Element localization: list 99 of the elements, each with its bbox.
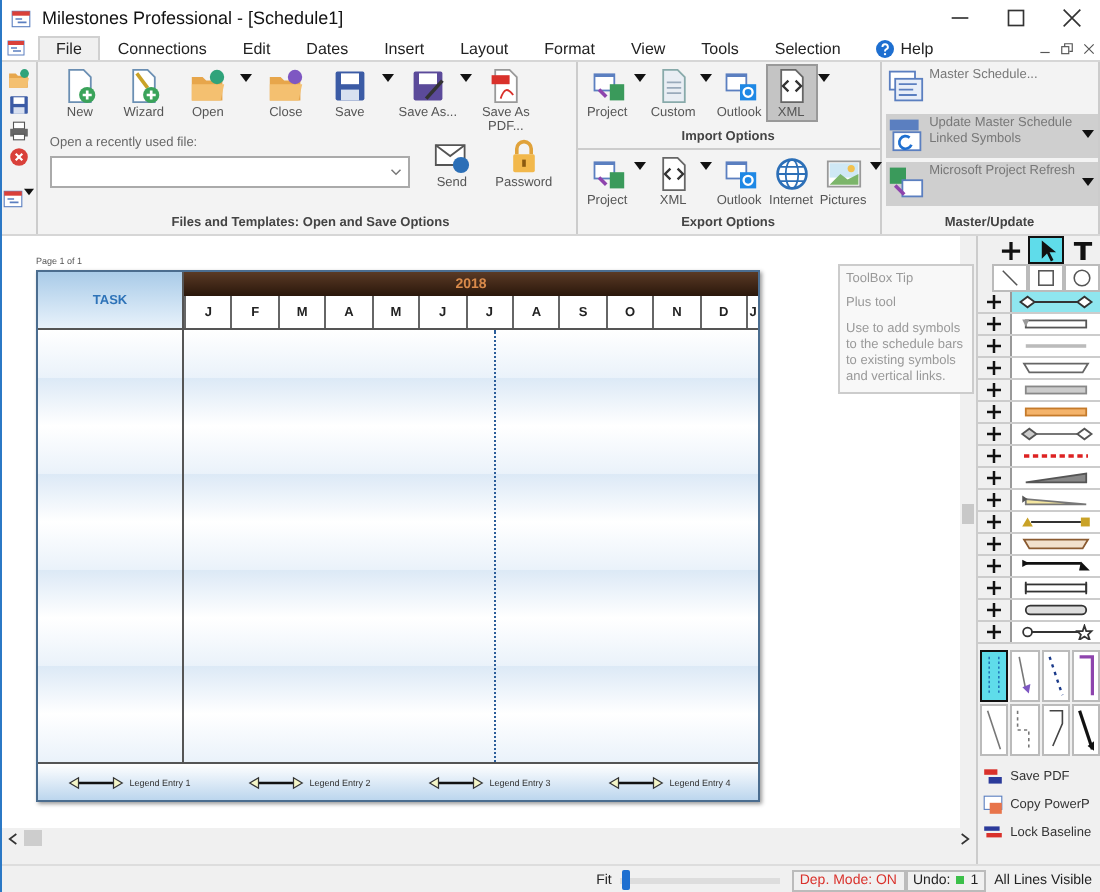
mail-window-icon: [721, 155, 758, 192]
window-title: Milestones Professional - [Schedule1]: [42, 8, 344, 28]
link-line-icon: [1073, 706, 1098, 754]
menu-tab[interactable]: View: [612, 36, 684, 60]
symbol-button[interactable]: [1010, 556, 1100, 576]
window-arrow-icon: [887, 164, 924, 200]
caret-icon[interactable]: [381, 74, 394, 82]
symbol-button[interactable]: [1010, 468, 1100, 488]
help-tab[interactable]: Help: [858, 36, 952, 60]
pointer-button[interactable]: [1028, 236, 1064, 264]
link-line-button[interactable]: [1071, 704, 1100, 756]
plus-icon[interactable]: [984, 358, 1005, 378]
slide-icon: [982, 793, 1005, 815]
plus-icon[interactable]: [984, 336, 1005, 356]
restore-icon: [1060, 42, 1074, 56]
envelope-globe-icon: [433, 138, 470, 174]
window-arrow-icon: [589, 155, 626, 192]
caret-icon[interactable]: [869, 161, 882, 170]
plus-icon[interactable]: [984, 556, 1005, 576]
window-arrow-icon: [589, 68, 626, 104]
plus-icon[interactable]: [984, 578, 1005, 598]
text-tool-icon: [1069, 237, 1095, 263]
calendar-icon[interactable]: [6, 38, 26, 58]
plus-icon[interactable]: [984, 512, 1005, 532]
folder-icon: [267, 68, 304, 104]
circle-tool-icon: [1070, 266, 1094, 290]
scroll-thumb[interactable]: [962, 504, 975, 524]
refresh-window-icon: [887, 116, 924, 152]
plus-icon[interactable]: [984, 402, 1005, 422]
caret-icon[interactable]: [239, 74, 252, 82]
printer-icon[interactable]: [7, 120, 30, 142]
symbol-button[interactable]: [1010, 578, 1100, 598]
scroll-thumb[interactable]: [24, 830, 42, 846]
link-line-icon: [982, 706, 1007, 754]
pdf-document-icon: [487, 68, 524, 104]
plus-icon[interactable]: [984, 490, 1005, 510]
double-arrow-icon: [245, 775, 306, 789]
symbol-button[interactable]: [1010, 600, 1100, 620]
caret-icon[interactable]: [633, 74, 646, 82]
line-tool-icon: [998, 266, 1022, 290]
plus-icon[interactable]: [984, 424, 1005, 444]
chevron-down-icon: [389, 168, 402, 176]
plus-icon[interactable]: [984, 446, 1005, 466]
caret-icon: [24, 188, 35, 196]
caret-icon[interactable]: [633, 161, 646, 170]
folder-icon[interactable]: [7, 68, 30, 90]
restore-button[interactable]: [1056, 38, 1078, 60]
close-button[interactable]: [1078, 38, 1100, 60]
plus-icon: [997, 237, 1023, 263]
close-icon: [1062, 8, 1082, 28]
double-arrow-icon: [605, 775, 666, 789]
menu-tab[interactable]: Selection: [756, 36, 859, 60]
stacked-windows-icon: [887, 68, 924, 104]
plus-icon[interactable]: [984, 380, 1005, 400]
floppy-pen-icon: [409, 68, 446, 104]
menu-tab[interactable]: Edit: [224, 36, 289, 60]
plus-icon[interactable]: [984, 468, 1005, 488]
rectangle-tool-icon: [1034, 266, 1058, 290]
symbol-button[interactable]: [1010, 622, 1100, 642]
symbol-button[interactable]: [1010, 424, 1100, 444]
scroll-left-icon[interactable]: [8, 831, 18, 845]
maximize-icon: [1006, 8, 1026, 28]
symbol-button[interactable]: [1010, 512, 1100, 532]
rectangle-tool-button[interactable]: [1028, 264, 1064, 292]
stacked-bars-icon: [982, 821, 1005, 843]
menu-tab[interactable]: Tools: [683, 36, 757, 60]
calendar-icon: [10, 7, 32, 29]
plus-icon[interactable]: [984, 292, 1005, 312]
menu-tab[interactable]: Format: [526, 36, 613, 60]
plus-icon[interactable]: [984, 600, 1005, 620]
landscape-icon: [825, 155, 862, 192]
menu-tab[interactable]: Layout: [442, 36, 527, 60]
menu-tab[interactable]: File: [38, 36, 100, 60]
folder-icon: [189, 68, 226, 104]
caret-icon[interactable]: [699, 161, 712, 170]
mail-window-icon: [721, 68, 758, 104]
scroll-right-icon[interactable]: [960, 831, 971, 845]
square-icon: [956, 876, 965, 884]
plus-icon[interactable]: [984, 314, 1005, 334]
caret-icon[interactable]: [817, 74, 830, 82]
symbol-button[interactable]: [1010, 292, 1100, 312]
double-arrow-icon: [65, 775, 126, 789]
menu-tab[interactable]: Insert: [366, 36, 443, 60]
link-line-button[interactable]: [1041, 704, 1070, 756]
plus-icon[interactable]: [984, 534, 1005, 554]
menu-tab[interactable]: Connections: [99, 36, 225, 60]
globe-icon: [773, 155, 810, 192]
close-icon: [1082, 42, 1096, 56]
plus-icon[interactable]: [984, 622, 1005, 642]
app-menu-button[interactable]: [2, 188, 35, 210]
caret-icon[interactable]: [459, 74, 472, 82]
export-bars-icon: [982, 765, 1005, 787]
menu-tab[interactable]: Dates: [288, 36, 367, 60]
caret-icon[interactable]: [699, 74, 712, 82]
slider-thumb[interactable]: [622, 869, 631, 889]
double-arrow-icon: [425, 775, 486, 789]
close-icon[interactable]: [7, 146, 30, 168]
link-line-button[interactable]: [980, 650, 1009, 702]
symbol-button[interactable]: [1010, 314, 1100, 334]
